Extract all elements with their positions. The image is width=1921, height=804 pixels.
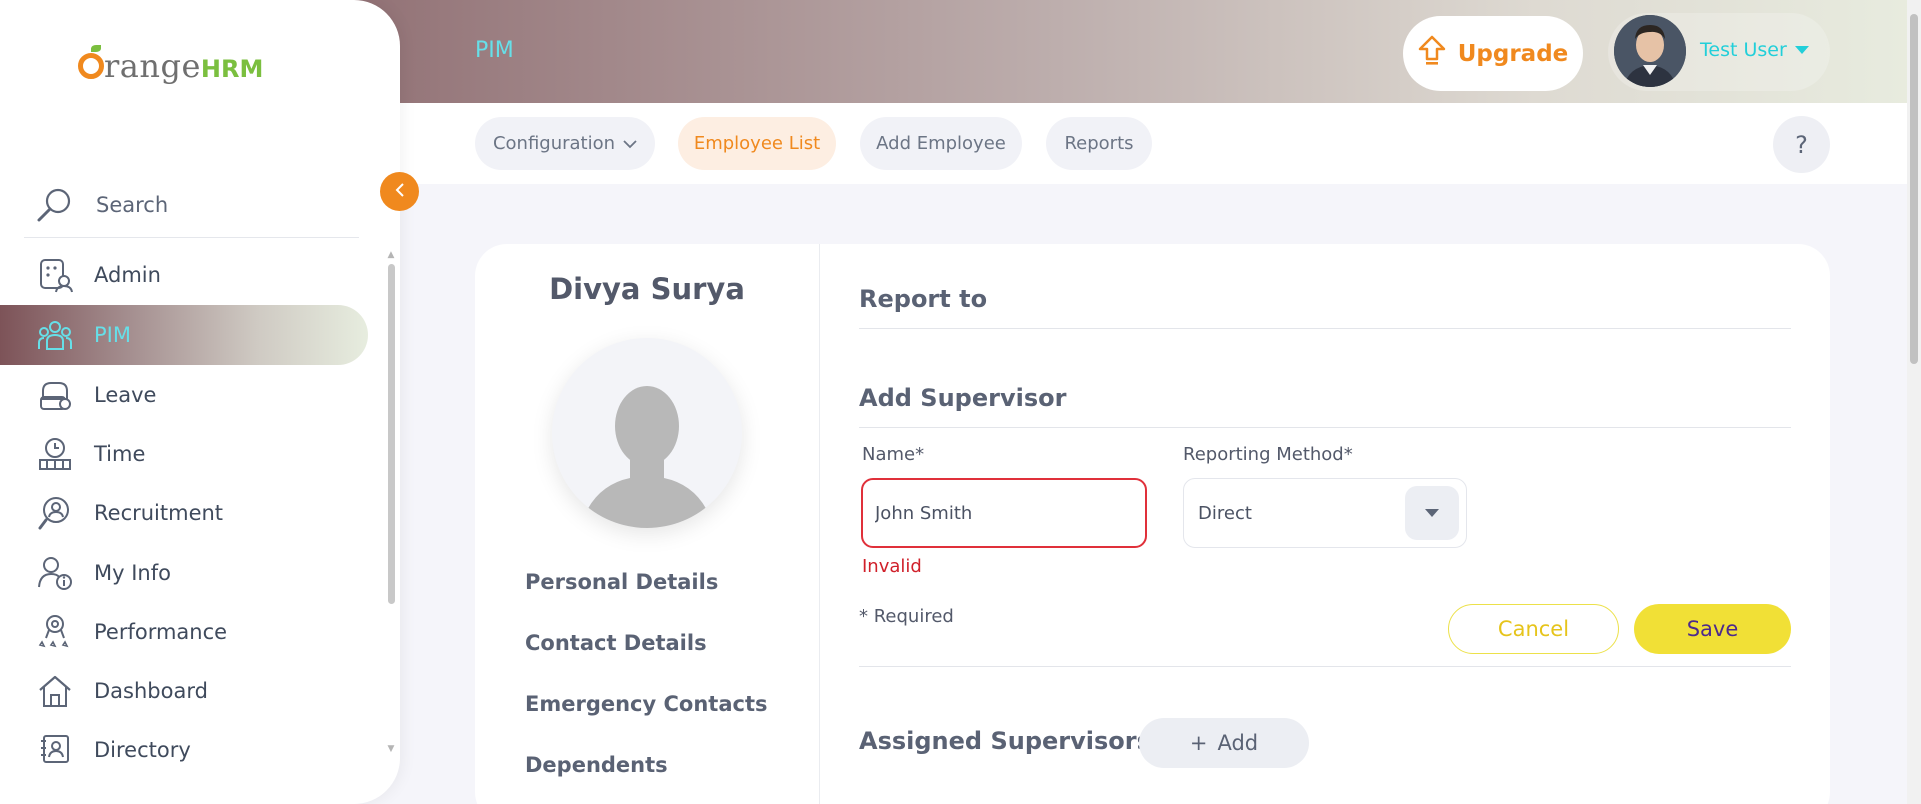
required-note: * Required: [859, 606, 954, 627]
add-supervisor-button[interactable]: + Add: [1139, 718, 1309, 768]
user-dropdown[interactable]: Test User: [1700, 39, 1809, 61]
sidebar-scroll-down-icon[interactable]: ▼: [386, 744, 396, 754]
name-error-message: Invalid: [862, 556, 922, 577]
sidebar-item-my-info[interactable]: My Info: [0, 543, 368, 603]
upgrade-label: Upgrade: [1457, 40, 1569, 67]
dashboard-icon: [36, 672, 74, 710]
sidebar-scrollbar[interactable]: [388, 264, 395, 604]
sidebar-item-leave[interactable]: Leave: [0, 365, 368, 425]
employee-list-label: Employee List: [693, 133, 821, 154]
page-scrollbar[interactable]: [1910, 14, 1918, 364]
sidebar-item-performance[interactable]: Performance: [0, 602, 368, 662]
assigned-supervisors-title: Assigned Supervisors: [859, 727, 1151, 755]
name-label: Name*: [862, 444, 925, 465]
sidebar-item-label: Directory: [94, 738, 191, 762]
plus-icon: +: [1189, 731, 1208, 755]
my-info-icon: [36, 554, 74, 592]
add-employee-label: Add Employee: [876, 133, 1006, 154]
configuration-label: Configuration: [492, 133, 616, 154]
tab-add-employee[interactable]: Add Employee: [860, 117, 1022, 170]
sidebar: range HRM Search Admin PIM Leave Time Re…: [0, 0, 400, 804]
recruitment-icon: [36, 494, 74, 532]
link-dependents[interactable]: Dependents: [525, 753, 668, 777]
link-contact-details[interactable]: Contact Details: [525, 631, 707, 655]
upgrade-button[interactable]: Upgrade: [1403, 16, 1583, 91]
divider: [859, 427, 1791, 428]
link-emergency-contacts[interactable]: Emergency Contacts: [525, 692, 767, 716]
sidebar-item-directory[interactable]: Directory: [0, 720, 368, 780]
dropdown-arrow-icon[interactable]: [1405, 486, 1459, 540]
report-to-title: Report to: [859, 285, 988, 313]
sidebar-search[interactable]: Search: [24, 172, 359, 238]
link-personal-details[interactable]: Personal Details: [525, 570, 718, 594]
search-label: Search: [96, 192, 169, 217]
help-button[interactable]: ?: [1773, 116, 1830, 173]
add-supervisor-title: Add Supervisor: [859, 384, 1067, 412]
reporting-method-value: Direct: [1198, 502, 1252, 524]
sidebar-scroll-up-icon[interactable]: ▲: [386, 250, 396, 260]
save-button[interactable]: Save: [1634, 604, 1791, 654]
cancel-button[interactable]: Cancel: [1448, 604, 1619, 654]
help-icon: ?: [1795, 130, 1808, 159]
sidebar-item-admin[interactable]: Admin: [0, 245, 368, 305]
sidebar-item-label: Recruitment: [94, 501, 224, 525]
sidebar-item-recruitment[interactable]: Recruitment: [0, 483, 368, 543]
sidebar-item-label: Performance: [94, 620, 228, 644]
user-name: Test User: [1700, 39, 1787, 61]
logo-hrm-text: HRM: [200, 54, 264, 83]
divider: [859, 328, 1791, 329]
configuration-menu[interactable]: Configuration: [475, 117, 655, 170]
performance-icon: [36, 613, 74, 651]
pim-icon: [36, 316, 74, 354]
collapse-sidebar-button[interactable]: [380, 172, 419, 211]
sidebar-item-label: PIM: [94, 323, 131, 347]
sidebar-item-time[interactable]: Time: [0, 424, 368, 484]
sidebar-item-pim[interactable]: PIM: [0, 305, 368, 365]
sidebar-item-label: Time: [94, 442, 146, 466]
employee-photo[interactable]: [552, 338, 742, 528]
directory-icon: [36, 731, 74, 769]
search-icon: [36, 186, 74, 224]
chevron-left-icon: [395, 182, 405, 201]
time-icon: [36, 435, 74, 473]
reports-label: Reports: [1064, 133, 1134, 154]
employee-name: Divya Surya: [549, 272, 745, 306]
card-divider: [819, 244, 820, 804]
sidebar-item-label: My Info: [94, 561, 171, 585]
tab-reports[interactable]: Reports: [1046, 117, 1152, 170]
logo-text: range: [104, 47, 201, 85]
user-avatar[interactable]: [1614, 15, 1686, 87]
leave-icon: [36, 376, 74, 414]
module-title: PIM: [475, 38, 514, 63]
upgrade-icon: [1418, 35, 1446, 73]
tab-employee-list[interactable]: Employee List: [678, 117, 836, 170]
reporting-method-label: Reporting Method*: [1183, 444, 1353, 465]
chevron-down-icon: [623, 133, 637, 154]
caret-down-icon: [1794, 46, 1809, 54]
reporting-method-select[interactable]: Direct: [1183, 478, 1467, 548]
divider: [859, 666, 1791, 667]
supervisor-name-input[interactable]: [861, 478, 1147, 548]
orange-logo-icon: [78, 45, 104, 79]
add-label: Add: [1217, 731, 1259, 755]
sidebar-item-label: Dashboard: [94, 679, 208, 703]
admin-icon: [36, 256, 74, 294]
sidebar-item-label: Leave: [94, 383, 157, 407]
orangehrm-logo: range HRM: [78, 45, 264, 85]
sidebar-item-label: Admin: [94, 263, 161, 287]
sidebar-item-dashboard[interactable]: Dashboard: [0, 661, 368, 721]
